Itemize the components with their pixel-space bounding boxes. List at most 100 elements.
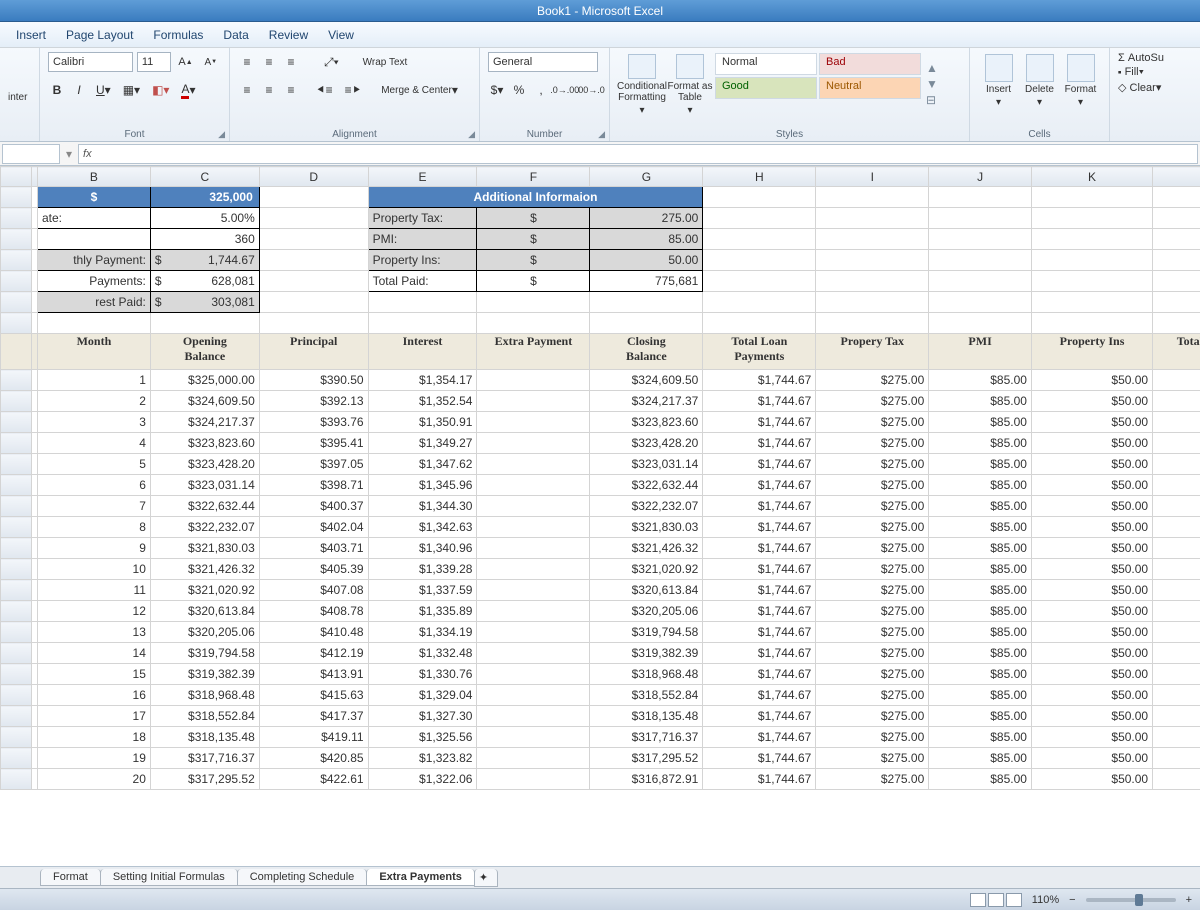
group-align-label: Alignment: [332, 129, 376, 140]
table-row[interactable]: 8$322,232.07$402.04$1,342.63$321,830.03$…: [1, 517, 1200, 538]
table-row[interactable]: 10$321,426.32$405.39$1,339.28$321,020.92…: [1, 559, 1200, 580]
ribbon: inter Calibri 11 A▲ A▼ B I U▾ ▦▾ ◧▾ A▾ F…: [0, 48, 1200, 142]
group-number-label: Number: [527, 129, 563, 140]
delete-icon: [1026, 54, 1054, 82]
insert-cells-button[interactable]: Insert▾: [978, 52, 1019, 116]
title-bar: Book1 - Microsoft Excel: [0, 0, 1200, 22]
border-button[interactable]: ▦▾: [119, 80, 144, 100]
align-left-icon[interactable]: ≡: [238, 80, 256, 100]
table-row[interactable]: 19$317,716.37$420.85$1,323.82$317,295.52…: [1, 748, 1200, 769]
table-row[interactable]: 13$320,205.06$410.48$1,334.19$319,794.58…: [1, 622, 1200, 643]
number-format-combo[interactable]: General: [488, 52, 598, 72]
align-right-icon[interactable]: ≡: [282, 80, 300, 100]
menu-page-layout[interactable]: Page Layout: [56, 24, 143, 46]
format-icon: [1067, 54, 1095, 82]
sheet-tab-extra[interactable]: Extra Payments: [366, 869, 475, 886]
font-color-button[interactable]: A▾: [177, 80, 199, 100]
menu-insert[interactable]: Insert: [6, 24, 56, 46]
currency-button[interactable]: $▾: [488, 80, 506, 100]
table-row[interactable]: 14$319,794.58$412.19$1,332.48$319,382.39…: [1, 643, 1200, 664]
bold-button[interactable]: B: [48, 80, 66, 100]
number-dialog-icon[interactable]: ◢: [598, 129, 605, 140]
align-dialog-icon[interactable]: ◢: [468, 129, 475, 140]
menu-bar: Insert Page Layout Formulas Data Review …: [0, 22, 1200, 48]
table-row[interactable]: 1$325,000.00$390.50$1,354.17$324,609.50$…: [1, 370, 1200, 391]
sheet-tab-initial[interactable]: Setting Initial Formulas: [100, 869, 238, 886]
style-normal[interactable]: Normal: [715, 53, 817, 75]
table-row[interactable]: 7$322,632.44$400.37$1,344.30$322,232.07$…: [1, 496, 1200, 517]
clear-button[interactable]: ◇ Clear▾: [1118, 81, 1161, 94]
decrease-font-icon[interactable]: A▼: [201, 52, 221, 72]
table-row[interactable]: 2$324,609.50$392.13$1,352.54$324,217.37$…: [1, 391, 1200, 412]
group-cells-label: Cells: [1028, 129, 1050, 140]
font-dialog-icon[interactable]: ◢: [218, 129, 225, 140]
styles-down-icon[interactable]: ▼: [926, 77, 942, 91]
table-row[interactable]: 4$323,823.60$395.41$1,349.27$323,428.20$…: [1, 433, 1200, 454]
table-row[interactable]: 6$323,031.14$398.71$1,345.96$322,632.44$…: [1, 475, 1200, 496]
name-box[interactable]: [2, 144, 60, 164]
format-cells-button[interactable]: Format▾: [1060, 52, 1101, 116]
align-top-icon[interactable]: ≡: [238, 52, 256, 72]
group-font-label: Font: [124, 129, 144, 140]
group-styles-label: Styles: [776, 129, 803, 140]
table-header-row: MonthOpeningBalancePrincipalInterestExtr…: [1, 334, 1200, 370]
new-sheet-button[interactable]: ✦: [474, 869, 498, 887]
table-row[interactable]: 17$318,552.84$417.37$1,327.30$318,135.48…: [1, 706, 1200, 727]
align-center-icon[interactable]: ≡: [260, 80, 278, 100]
underline-button[interactable]: U▾: [92, 80, 115, 100]
autosum-button[interactable]: Σ AutoSu: [1118, 52, 1164, 64]
increase-indent-icon[interactable]: ≡⯈: [341, 80, 366, 100]
styles-gallery-icon[interactable]: ⊟: [926, 93, 942, 107]
menu-view[interactable]: View: [318, 24, 364, 46]
increase-font-icon[interactable]: A▲: [175, 52, 197, 72]
align-bottom-icon[interactable]: ≡: [282, 52, 300, 72]
formula-bar: ▾ fx: [0, 142, 1200, 166]
table-row[interactable]: 12$320,613.84$408.78$1,335.89$320,205.06…: [1, 601, 1200, 622]
table-row[interactable]: 16$318,968.48$415.63$1,329.04$318,552.84…: [1, 685, 1200, 706]
merge-center-button[interactable]: Merge & Center▾: [377, 80, 462, 100]
fill-color-button[interactable]: ◧▾: [148, 80, 173, 100]
spreadsheet-grid[interactable]: BCDEFGHIJKL $325,000Additional Informaio…: [0, 166, 1200, 866]
fx-icon[interactable]: fx: [83, 148, 92, 160]
styles-up-icon[interactable]: ▲: [926, 61, 942, 75]
formula-input[interactable]: fx: [78, 144, 1198, 164]
table-row[interactable]: 3$324,217.37$393.76$1,350.91$323,823.60$…: [1, 412, 1200, 433]
table-icon: [676, 54, 704, 79]
sheet-tabs: Format Setting Initial Formulas Completi…: [0, 866, 1200, 888]
menu-formulas[interactable]: Formulas: [143, 24, 213, 46]
insert-icon: [985, 54, 1013, 82]
menu-data[interactable]: Data: [213, 24, 258, 46]
font-name-combo[interactable]: Calibri: [48, 52, 133, 72]
column-headers[interactable]: BCDEFGHIJKL: [1, 167, 1200, 187]
fill-button[interactable]: 🞍 Fill▾: [1118, 66, 1144, 79]
orientation-icon[interactable]: ⤢▾: [320, 52, 343, 72]
wrap-text-button[interactable]: Wrap Text: [359, 52, 412, 72]
table-row[interactable]: 11$321,020.92$407.08$1,337.59$320,613.84…: [1, 580, 1200, 601]
style-neutral[interactable]: Neutral: [819, 77, 921, 99]
style-good[interactable]: Good: [715, 77, 817, 99]
sheet-tab-format[interactable]: Format: [40, 869, 101, 886]
increase-decimal-icon[interactable]: .0→.00: [554, 80, 576, 100]
table-row[interactable]: 5$323,428.20$397.05$1,347.62$323,031.14$…: [1, 454, 1200, 475]
status-bar: 110% − +: [0, 888, 1200, 910]
delete-cells-button[interactable]: Delete▾: [1019, 52, 1060, 116]
conditional-formatting-button[interactable]: Conditional Formatting▾: [618, 52, 666, 116]
cond-fmt-icon: [628, 54, 656, 79]
menu-review[interactable]: Review: [259, 24, 318, 46]
table-row[interactable]: 9$321,830.03$403.71$1,340.96$321,426.32$…: [1, 538, 1200, 559]
format-as-table-button[interactable]: Format as Table▾: [666, 52, 714, 116]
sheet-tab-completing[interactable]: Completing Schedule: [237, 869, 368, 886]
decrease-indent-icon[interactable]: ⯇≡: [312, 80, 337, 100]
font-size-combo[interactable]: 11: [137, 52, 171, 72]
italic-button[interactable]: I: [70, 80, 88, 100]
table-row[interactable]: 18$318,135.48$419.11$1,325.56$317,716.37…: [1, 727, 1200, 748]
align-middle-icon[interactable]: ≡: [260, 52, 278, 72]
style-bad[interactable]: Bad: [819, 53, 921, 75]
format-painter-label[interactable]: inter: [8, 92, 31, 103]
table-row[interactable]: 15$319,382.39$413.91$1,330.76$318,968.48…: [1, 664, 1200, 685]
table-row[interactable]: 20$317,295.52$422.61$1,322.06$316,872.91…: [1, 769, 1200, 790]
decrease-decimal-icon[interactable]: .00→.0: [580, 80, 602, 100]
formula-dropdown-icon[interactable]: ▾: [62, 147, 76, 161]
percent-button[interactable]: %: [510, 80, 528, 100]
comma-button[interactable]: ,: [532, 80, 550, 100]
